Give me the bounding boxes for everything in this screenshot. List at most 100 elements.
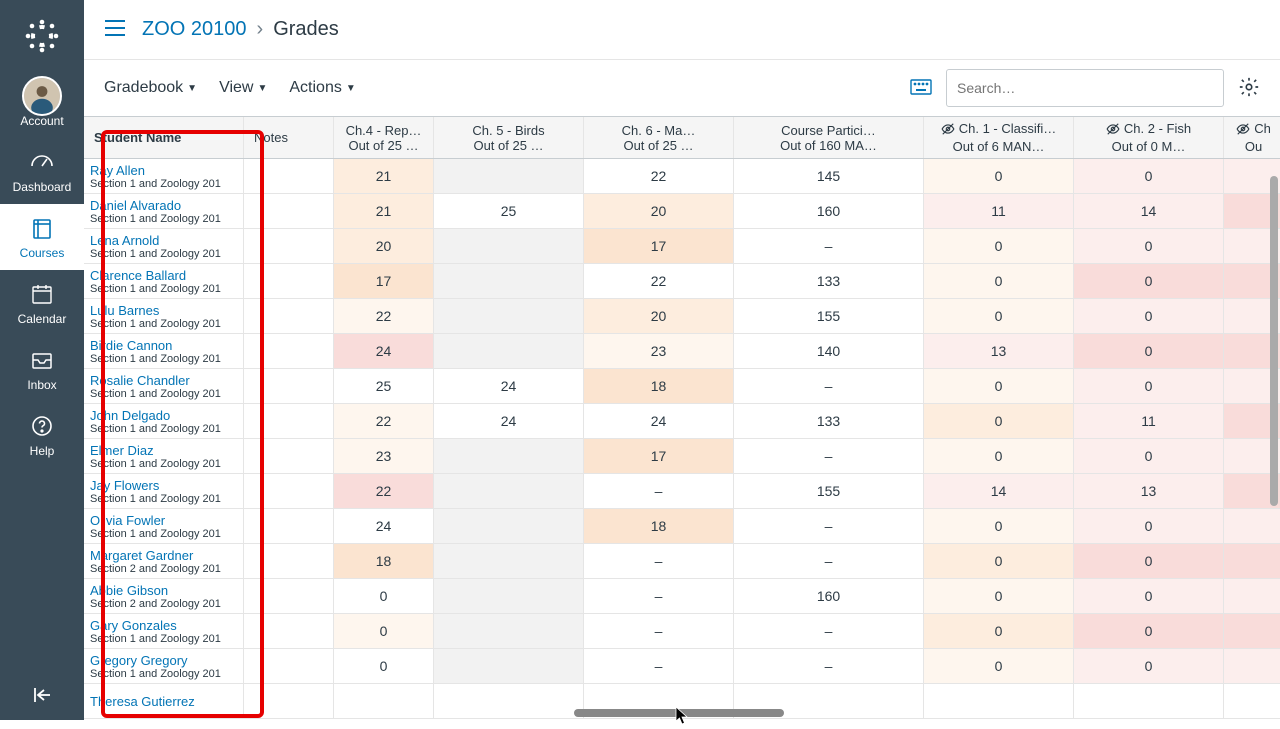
grade-cell[interactable]: – bbox=[584, 544, 734, 578]
grade-cell[interactable]: 13 bbox=[924, 334, 1074, 368]
grade-cell[interactable]: 0 bbox=[924, 264, 1074, 298]
notes-cell[interactable] bbox=[244, 264, 334, 298]
grade-cell[interactable] bbox=[434, 544, 584, 578]
grade-cell[interactable]: – bbox=[584, 614, 734, 648]
grade-cell[interactable] bbox=[434, 439, 584, 473]
grade-cell[interactable]: 24 bbox=[434, 369, 584, 403]
grade-cell[interactable]: 25 bbox=[434, 194, 584, 228]
grade-cell[interactable] bbox=[434, 334, 584, 368]
grade-cell[interactable]: 21 bbox=[334, 194, 434, 228]
grade-cell[interactable]: – bbox=[584, 474, 734, 508]
student-name-link[interactable]: Clarence Ballard bbox=[90, 268, 186, 283]
grade-cell[interactable]: 155 bbox=[734, 299, 924, 333]
grade-cell[interactable]: 0 bbox=[924, 299, 1074, 333]
grade-cell[interactable]: 18 bbox=[334, 544, 434, 578]
grade-cell[interactable]: 160 bbox=[734, 579, 924, 613]
student-cell[interactable]: John DelgadoSection 1 and Zoology 201 bbox=[84, 404, 244, 438]
grade-cell[interactable]: 0 bbox=[1074, 439, 1224, 473]
grade-cell[interactable]: 24 bbox=[584, 404, 734, 438]
student-name-link[interactable]: Abbie Gibson bbox=[90, 583, 168, 598]
grade-cell[interactable] bbox=[334, 684, 434, 718]
student-cell[interactable]: Elmer DiazSection 1 and Zoology 201 bbox=[84, 439, 244, 473]
grade-cell[interactable]: – bbox=[734, 439, 924, 473]
grade-cell[interactable]: 155 bbox=[734, 474, 924, 508]
grade-cell[interactable] bbox=[434, 159, 584, 193]
scrollbar-thumb[interactable] bbox=[1270, 176, 1278, 506]
grade-cell[interactable]: 22 bbox=[584, 159, 734, 193]
search-input[interactable] bbox=[946, 69, 1224, 107]
grade-cell[interactable]: 25 bbox=[334, 369, 434, 403]
grade-cell[interactable]: 13 bbox=[1074, 474, 1224, 508]
student-name-link[interactable]: Gregory Gregory bbox=[90, 653, 188, 668]
notes-cell[interactable] bbox=[244, 229, 334, 263]
collapse-nav-button[interactable] bbox=[0, 670, 84, 720]
grade-cell[interactable]: 14 bbox=[924, 474, 1074, 508]
notes-cell[interactable] bbox=[244, 194, 334, 228]
grade-cell[interactable]: 11 bbox=[924, 194, 1074, 228]
grade-cell[interactable]: 20 bbox=[584, 299, 734, 333]
student-cell[interactable]: Theresa Gutierrez bbox=[84, 684, 244, 718]
nav-help[interactable]: Help bbox=[0, 402, 84, 468]
student-name-link[interactable]: Lena Arnold bbox=[90, 233, 159, 248]
notes-cell[interactable] bbox=[244, 159, 334, 193]
grade-cell[interactable]: – bbox=[734, 369, 924, 403]
col-student-name[interactable]: Student Name bbox=[84, 117, 244, 158]
grade-cell[interactable]: 160 bbox=[734, 194, 924, 228]
grade-cell[interactable]: 0 bbox=[924, 159, 1074, 193]
grade-cell[interactable]: 23 bbox=[584, 334, 734, 368]
notes-cell[interactable] bbox=[244, 684, 334, 718]
grade-cell[interactable]: 0 bbox=[924, 439, 1074, 473]
grade-cell[interactable]: – bbox=[584, 579, 734, 613]
grade-cell[interactable]: 21 bbox=[334, 159, 434, 193]
col-assignment-2[interactable]: Ch. 6 - Ma…Out of 25 … bbox=[584, 117, 734, 158]
settings-button[interactable] bbox=[1238, 76, 1260, 101]
student-name-link[interactable]: Ray Allen bbox=[90, 163, 145, 178]
grade-cell[interactable]: 0 bbox=[924, 229, 1074, 263]
grade-cell[interactable]: 22 bbox=[334, 404, 434, 438]
notes-cell[interactable] bbox=[244, 404, 334, 438]
student-name-link[interactable]: Birdie Cannon bbox=[90, 338, 172, 353]
student-cell[interactable]: Gregory GregorySection 1 and Zoology 201 bbox=[84, 649, 244, 683]
grade-cell[interactable]: 22 bbox=[334, 299, 434, 333]
col-assignment-1[interactable]: Ch. 5 - BirdsOut of 25 … bbox=[434, 117, 584, 158]
col-notes[interactable]: Notes bbox=[244, 117, 334, 158]
grade-cell[interactable]: 18 bbox=[584, 509, 734, 543]
grade-cell[interactable]: 24 bbox=[334, 334, 434, 368]
grade-cell[interactable]: 0 bbox=[924, 369, 1074, 403]
horizontal-scrollbar[interactable] bbox=[494, 709, 1274, 717]
grade-cell[interactable] bbox=[434, 474, 584, 508]
grade-cell[interactable]: 0 bbox=[1074, 299, 1224, 333]
student-cell[interactable]: Rosalie ChandlerSection 1 and Zoology 20… bbox=[84, 369, 244, 403]
notes-cell[interactable] bbox=[244, 334, 334, 368]
grade-cell[interactable]: 0 bbox=[1074, 579, 1224, 613]
student-cell[interactable]: Gary GonzalesSection 1 and Zoology 201 bbox=[84, 614, 244, 648]
grade-cell[interactable]: 0 bbox=[924, 404, 1074, 438]
grade-cell[interactable]: – bbox=[734, 229, 924, 263]
notes-cell[interactable] bbox=[244, 439, 334, 473]
grade-cell[interactable]: 0 bbox=[334, 649, 434, 683]
notes-cell[interactable] bbox=[244, 299, 334, 333]
grade-cell[interactable]: 24 bbox=[434, 404, 584, 438]
grade-cell[interactable]: 0 bbox=[924, 579, 1074, 613]
nav-courses[interactable]: Courses bbox=[0, 204, 84, 270]
breadcrumb-course[interactable]: ZOO 20100 bbox=[142, 18, 247, 41]
student-name-link[interactable]: Daniel Alvarado bbox=[90, 198, 181, 213]
grade-cell[interactable]: 140 bbox=[734, 334, 924, 368]
student-name-link[interactable]: Elmer Diaz bbox=[90, 443, 154, 458]
student-cell[interactable]: Lena ArnoldSection 1 and Zoology 201 bbox=[84, 229, 244, 263]
col-assignment-5[interactable]: Ch. 2 - FishOut of 0 M… bbox=[1074, 117, 1224, 158]
grade-cell[interactable]: 22 bbox=[334, 474, 434, 508]
grade-cell[interactable]: 0 bbox=[1074, 229, 1224, 263]
grade-cell[interactable]: 0 bbox=[1074, 649, 1224, 683]
col-assignment-4[interactable]: Ch. 1 - Classifi…Out of 6 MAN… bbox=[924, 117, 1074, 158]
grade-cell[interactable] bbox=[434, 299, 584, 333]
grade-cell[interactable]: 0 bbox=[1074, 264, 1224, 298]
grade-cell[interactable]: 0 bbox=[1074, 159, 1224, 193]
grade-cell[interactable]: – bbox=[734, 649, 924, 683]
grade-cell[interactable]: 0 bbox=[924, 509, 1074, 543]
student-cell[interactable]: Birdie CannonSection 1 and Zoology 201 bbox=[84, 334, 244, 368]
actions-menu[interactable]: Actions ▼ bbox=[289, 79, 355, 97]
notes-cell[interactable] bbox=[244, 509, 334, 543]
grade-cell[interactable]: 0 bbox=[924, 614, 1074, 648]
grade-cell[interactable]: – bbox=[734, 614, 924, 648]
